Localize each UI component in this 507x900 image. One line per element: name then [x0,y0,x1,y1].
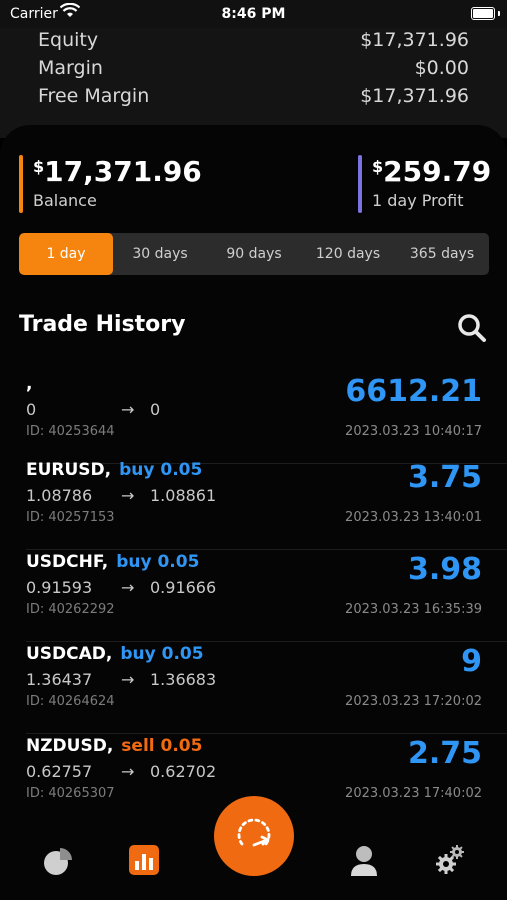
trade-symbol: NZDUSD, sell 0.05 [26,736,203,756]
period-90-days[interactable]: 90 days [207,233,301,275]
trade-side: buy 0.05 [116,552,200,572]
trade-date: 2023.03.23 13:40:01 [345,510,482,525]
margin-label: Margin [38,57,103,79]
status-bar: Carrier 8:46 PM [0,0,507,28]
row-divider [26,733,507,734]
trade-date: 2023.03.23 17:40:02 [345,786,482,801]
arrow-right-icon: → [121,670,135,689]
period-selector: 1 day 30 days 90 days 120 days 365 days [19,233,489,275]
equity-value: $17,371.96 [360,29,469,51]
pie-chart-icon[interactable] [42,845,74,877]
trade-row[interactable]: USDCHF, buy 0.05 0.91593 → 0.91666 ID: 40… [0,552,507,642]
profit-label: 1 day Profit [372,191,464,210]
clock: 8:46 PM [221,6,286,22]
trade-row[interactable]: EURUSD, buy 0.05 1.08786 → 1.08861 ID: 40… [0,460,507,550]
period-1-day[interactable]: 1 day [19,233,113,275]
trade-side: buy 0.05 [119,460,203,480]
trade-close-price: 1.08861 [150,486,217,505]
trade-symbol: USDCHF, buy 0.05 [26,552,200,572]
row-divider [26,549,507,550]
trade-open-price: 0.62757 [26,762,93,781]
trade-profit: 3.98 [407,552,482,587]
trade-row[interactable]: , 0 → 0 ID: 40253644 6612.21 2023.03.23 … [0,374,507,464]
equity-row: Equity $17,371.96 [38,29,469,57]
trade-profit: 2.75 [407,736,482,771]
search-icon[interactable] [456,312,488,344]
trade-close-price: 0.91666 [150,578,217,597]
free-margin-value: $17,371.96 [360,85,469,107]
balance-card: $17,371.96 Balance [19,155,219,213]
equity-label: Equity [38,29,99,51]
trade-history-title: Trade History [19,312,186,337]
user-icon[interactable] [349,844,379,878]
trade-symbol: USDCAD, buy 0.05 [26,644,204,664]
margin-row: Margin $0.00 [38,57,469,85]
trade-symbol: EURUSD, buy 0.05 [26,460,203,480]
period-120-days[interactable]: 120 days [301,233,395,275]
gears-icon[interactable] [434,842,466,876]
trade-date: 2023.03.23 17:20:02 [345,694,482,709]
trade-open-price: 0 [26,400,37,419]
trade-close-price: 1.36683 [150,670,217,689]
trade-date: 2023.03.23 16:35:39 [345,602,482,617]
balance-label: Balance [33,191,97,210]
balance-amount: $17,371.96 [33,155,202,188]
trade-id: ID: 40265307 [26,786,115,801]
trade-id: ID: 40262292 [26,602,115,617]
free-margin-label: Free Margin [38,85,150,107]
trade-close-price: 0 [150,400,161,419]
profit-amount: $259.79 [372,155,492,188]
margin-value: $0.00 [414,57,469,79]
trade-side: sell 0.05 [121,736,203,756]
trade-profit: 9 [461,644,482,679]
trade-profit: 3.75 [407,460,482,495]
trade-close-price: 0.62702 [150,762,217,781]
free-margin-row: Free Margin $17,371.96 [38,85,469,113]
trade-date: 2023.03.23 10:40:17 [345,424,482,439]
trade-side: buy 0.05 [120,644,204,664]
profit-card: $259.79 1 day Profit [358,155,498,213]
arrow-right-icon: → [121,578,135,597]
trade-id: ID: 40253644 [26,424,115,439]
trade-id: ID: 40264624 [26,694,115,709]
arrow-right-icon: → [121,486,135,505]
trade-id: ID: 40257153 [26,510,115,525]
trade-open-price: 1.36437 [26,670,93,689]
bar-chart-icon[interactable] [128,844,160,876]
trade-row[interactable]: USDCAD, buy 0.05 1.36437 → 1.36683 ID: 40… [0,644,507,734]
refresh-icon [237,818,271,847]
period-365-days[interactable]: 365 days [395,233,489,275]
trade-profit: 6612.21 [345,374,482,409]
trade-symbol: , [26,374,33,394]
trade-open-price: 0.91593 [26,578,93,597]
profit-accent-bar [358,155,362,213]
arrow-right-icon: → [121,400,135,419]
battery-icon [471,7,495,20]
balance-accent-bar [19,155,23,213]
trade-open-price: 1.08786 [26,486,93,505]
refresh-button[interactable] [214,796,294,876]
period-30-days[interactable]: 30 days [113,233,207,275]
arrow-right-icon: → [121,762,135,781]
row-divider [26,641,507,642]
